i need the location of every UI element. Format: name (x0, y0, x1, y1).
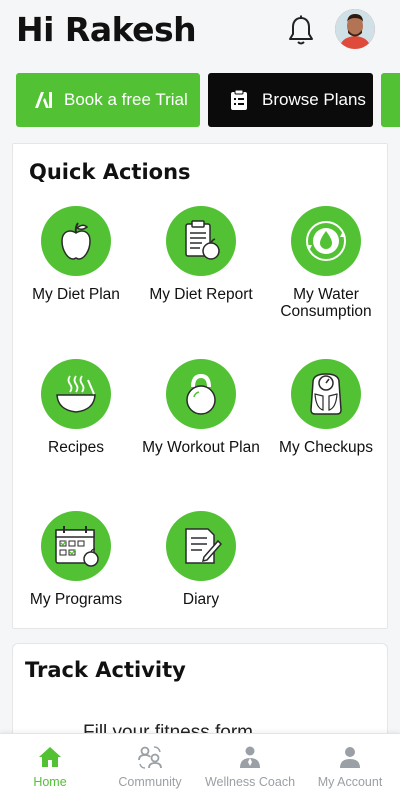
nav-my-account[interactable]: My Account (300, 734, 400, 800)
avatar[interactable] (335, 9, 375, 49)
quick-actions-card: Quick Actions My Diet Plan My Diet Repor… (12, 143, 388, 629)
trial-logo-icon (32, 89, 54, 111)
nav-label: Wellness Coach (204, 775, 296, 789)
browse-plans-button[interactable]: Browse Plans (208, 73, 373, 127)
bottom-navigation: Home Community Wellness Coach My Account (0, 733, 400, 800)
apple-icon (41, 206, 111, 276)
nav-label: My Account (317, 775, 383, 789)
quick-action-checkups[interactable]: My Checkups (263, 359, 389, 456)
browse-plans-label: Browse Plans (262, 90, 366, 109)
nav-label: Home (33, 775, 67, 789)
nav-label: Community (118, 775, 182, 789)
track-activity-card: Track Activity Fill your fitness form (12, 643, 388, 743)
weighing-scale-icon (291, 359, 361, 429)
coach-icon (237, 744, 263, 770)
home-icon (37, 744, 63, 770)
clipboard-icon (228, 89, 250, 111)
quick-action-diet-plan[interactable]: My Diet Plan (13, 206, 139, 303)
steaming-bowl-icon (41, 359, 111, 429)
book-free-trial-label: Book a free Trial (64, 90, 188, 109)
nav-community[interactable]: Community (100, 734, 200, 800)
quick-action-water-consumption[interactable]: My Water Consumption (263, 206, 389, 320)
track-activity-title: Track Activity (25, 658, 186, 682)
quick-action-label: My Diet Plan (32, 286, 120, 303)
quick-action-label: My Water Consumption (280, 286, 372, 320)
next-promo-button[interactable] (381, 73, 400, 127)
quick-action-label: My Programs (29, 591, 123, 608)
clipboard-apple-icon (166, 206, 236, 276)
book-free-trial-button[interactable]: Book a free Trial (16, 73, 200, 127)
water-drop-cycle-icon (291, 206, 361, 276)
quick-action-diary[interactable]: Diary (138, 511, 264, 608)
calendar-check-icon (41, 511, 111, 581)
header: Hi Rakesh (0, 0, 400, 62)
notification-bell-icon[interactable] (285, 14, 317, 48)
quick-action-diet-report[interactable]: My Diet Report (138, 206, 264, 303)
account-icon (337, 744, 363, 770)
kettlebell-icon (166, 359, 236, 429)
nav-wellness-coach[interactable]: Wellness Coach (200, 734, 300, 800)
quick-action-recipes[interactable]: Recipes (13, 359, 139, 456)
quick-action-workout-plan[interactable]: My Workout Plan (138, 359, 264, 456)
greeting-title: Hi Rakesh (16, 10, 197, 49)
nav-home[interactable]: Home (0, 734, 100, 800)
quick-action-label: My Checkups (279, 439, 373, 456)
community-icon (137, 744, 163, 770)
quick-actions-title: Quick Actions (29, 160, 191, 184)
quick-action-label: My Workout Plan (142, 439, 260, 456)
quick-action-programs[interactable]: My Programs (13, 511, 139, 608)
quick-action-label: My Diet Report (149, 286, 253, 303)
quick-action-label: Recipes (48, 439, 104, 456)
quick-action-label: Diary (182, 591, 220, 608)
notebook-pen-icon (166, 511, 236, 581)
